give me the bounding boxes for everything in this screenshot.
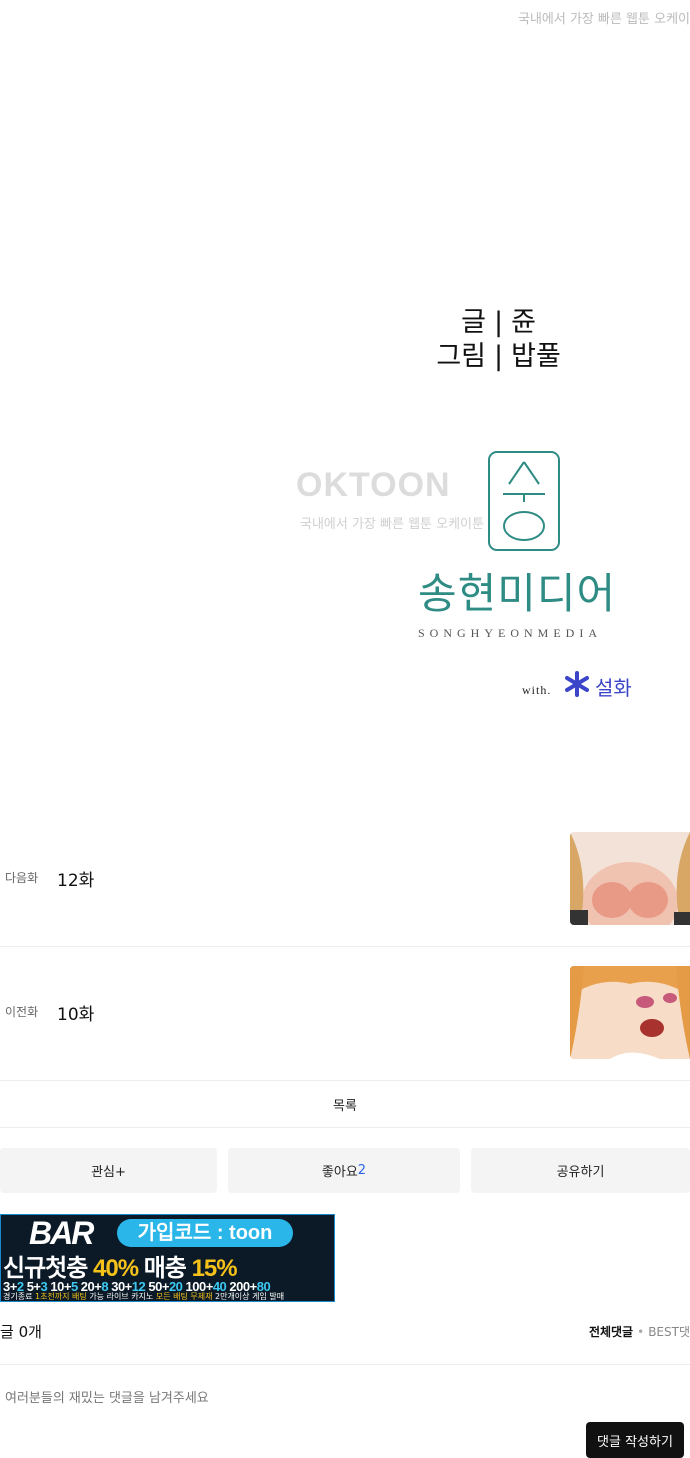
share-button[interactable]: 공유하기 — [471, 1148, 690, 1193]
with-label: with. — [522, 683, 552, 697]
comment-tabs: 전체댓글 • BEST댓 — [589, 1323, 690, 1340]
like-label: 좋아요 — [321, 1165, 358, 1180]
prev-episode-row[interactable]: 이전화 10화 — [0, 946, 690, 1081]
banner-promo-prefix: 신규첫충 — [3, 1255, 88, 1282]
artist-label: 그림 — [436, 341, 486, 372]
songhyeon-logo-icon — [488, 451, 560, 551]
banner-promo-first: 40% — [93, 1255, 139, 1282]
writer-credit: 글 | 쥰 — [432, 306, 561, 340]
top-watermark: 국내에서 가장 빠른 웹툰 오케이 — [517, 12, 690, 27]
next-episode-row[interactable]: 다음화 12화 — [0, 812, 690, 947]
interest-button[interactable]: 관심+ — [0, 1148, 217, 1193]
next-episode-title: 12화 — [57, 871, 95, 891]
banner-promo: 신규첫충 40% 매충 15% — [3, 1248, 238, 1283]
writer-label: 글 — [461, 307, 486, 338]
submit-comment-button[interactable]: 댓글 작성하기 — [586, 1422, 684, 1458]
like-count: 2 — [357, 1163, 367, 1178]
interest-label: 관심+ — [91, 1165, 126, 1180]
writer-name: 쥰 — [511, 307, 536, 338]
comment-divider — [0, 1364, 690, 1365]
list-label: 목록 — [333, 1099, 357, 1114]
next-episode-thumbnail[interactable] — [570, 832, 690, 925]
list-button[interactable]: 목록 — [0, 1080, 690, 1128]
tab-all-comments[interactable]: 전체댓글 — [589, 1325, 633, 1339]
banner-promo-mid: 매충 — [143, 1255, 187, 1282]
banner-fine-print: 경기종료 1초전까지 배팅 가능 라이브 카지노 모든 배팅 무제재 2만개이상… — [3, 1292, 285, 1301]
tab-separator: • — [637, 1325, 645, 1339]
ad-banner[interactable]: BAR 가입코드 : toon 신규첫충 40% 매충 15% 3+2 5+3 … — [0, 1214, 335, 1302]
next-episode-label: 다음화 — [5, 871, 39, 885]
banner-signup-code: 가입코드 : toon — [117, 1219, 293, 1247]
oktoon-watermark: OKTOON — [296, 466, 451, 504]
prev-episode-thumbnail[interactable] — [570, 966, 690, 1059]
credit-separator: | — [494, 307, 504, 338]
share-label: 공유하기 — [556, 1165, 605, 1180]
submit-comment-label: 댓글 작성하기 — [597, 1434, 673, 1450]
banner-promo-second: 15% — [191, 1255, 238, 1282]
prev-episode-label: 이전화 — [5, 1005, 39, 1019]
publisher-name-ko: 송현미디어 — [418, 569, 617, 618]
comment-count: 글 0개 — [0, 1323, 42, 1341]
tab-best-comments[interactable]: BEST댓 — [648, 1325, 690, 1339]
seolhwa-star-icon — [565, 671, 589, 697]
credit-separator: | — [494, 341, 504, 372]
artist-credit: 그림 | 밥풀 — [432, 340, 561, 374]
comment-input[interactable] — [0, 1378, 690, 1418]
artist-name: 밥풀 — [511, 341, 561, 372]
banner-logo: BAR — [29, 1215, 94, 1251]
partner-name: 설화 — [595, 676, 632, 700]
prev-episode-title: 10화 — [57, 1005, 95, 1025]
like-button[interactable]: 좋아요 2 — [228, 1148, 460, 1193]
publisher-name-en: SONGHYEONMEDIA — [418, 626, 602, 640]
oktoon-watermark-subtitle: 국내에서 가장 빠른 웹툰 오케이툰 — [300, 517, 484, 532]
credits: 글 | 쥰 그림 | 밥풀 — [432, 306, 561, 374]
